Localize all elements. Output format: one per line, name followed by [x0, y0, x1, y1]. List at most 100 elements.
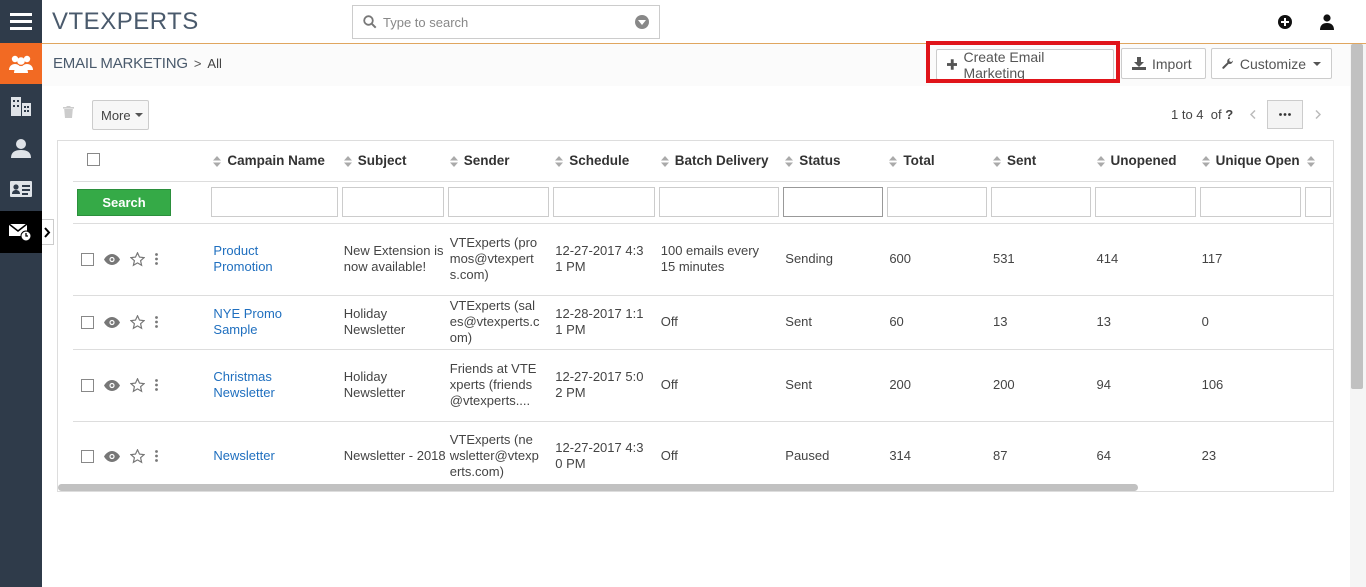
breadcrumb-module[interactable]: EMAIL MARKETING [53, 55, 188, 72]
cell-text: Off [660, 377, 678, 392]
cell-text: Paused [785, 448, 830, 463]
star-icon[interactable] [130, 314, 145, 330]
filter-input-subject[interactable] [341, 187, 444, 217]
menu-icon[interactable] [0, 0, 42, 43]
cell-text: 200 [889, 377, 912, 392]
user-menu-icon[interactable] [1320, 14, 1334, 33]
row-checkbox[interactable] [81, 252, 94, 266]
column-header[interactable]: Subject [340, 141, 446, 181]
row-checkbox[interactable] [81, 315, 94, 329]
row-checkbox[interactable] [81, 449, 94, 463]
more-vertical-icon[interactable] [155, 253, 158, 265]
more-vertical-icon[interactable] [155, 450, 158, 462]
cell-name: NYE Promo Sample [209, 295, 339, 349]
filter-input-campaign-name[interactable] [211, 187, 338, 217]
filter-input-schedule[interactable] [553, 187, 655, 217]
search-button[interactable]: Search [77, 188, 171, 216]
eye-icon[interactable] [104, 450, 120, 462]
contacts-group-icon[interactable] [0, 43, 42, 84]
cell-text: Off [660, 448, 678, 463]
cell-text: 60 [889, 314, 904, 329]
quick-create-icon[interactable] [1278, 15, 1292, 32]
pagination-total[interactable]: ? [1225, 107, 1233, 122]
page-jump-button[interactable] [1267, 100, 1303, 129]
cell-schedule: 12-28-2017 1:11 PM [551, 295, 657, 349]
column-title: Sender [463, 153, 510, 169]
more-button-label: More [101, 107, 131, 123]
address-card-icon[interactable] [0, 168, 42, 210]
records-table: Campain Name Subject Sender Schedule Bat… [73, 141, 1333, 491]
filter-input-total[interactable] [887, 187, 987, 217]
cell-batch: Off [657, 421, 782, 491]
customize-button[interactable]: Customize [1211, 48, 1332, 79]
search-options-icon[interactable] [635, 15, 649, 29]
search-icon [363, 15, 377, 29]
cell-unopened: 414 [1093, 223, 1198, 295]
star-icon[interactable] [130, 377, 145, 393]
cell-schedule: 12-27-2017 4:31 PM [551, 223, 657, 295]
previous-page-button[interactable] [1238, 100, 1268, 129]
chevron-left-icon [1250, 110, 1256, 119]
sort-icon [213, 156, 222, 168]
filter-input-more[interactable] [1305, 187, 1331, 217]
star-icon[interactable] [130, 251, 145, 267]
filter-input-status[interactable] [783, 187, 884, 217]
email-marketing-icon[interactable] [0, 211, 42, 253]
more-actions-button[interactable]: More [92, 100, 149, 130]
cell-text: 414 [1096, 251, 1119, 266]
column-header[interactable]: Batch Delivery [657, 141, 782, 181]
filter-input-batch-delivery[interactable] [658, 187, 780, 217]
eye-icon[interactable] [104, 379, 120, 391]
horizontal-scrollbar[interactable] [58, 484, 1138, 491]
filter-input-unique-open[interactable] [1199, 187, 1302, 217]
table-row[interactable]: Product Promotion New Extension is now av… [73, 223, 1333, 295]
column-header[interactable] [1303, 141, 1333, 181]
pagination-range: 1 to 4 [1171, 107, 1204, 122]
table-row[interactable]: Christmas Newsletter Holiday Newsletter Fr… [73, 349, 1333, 421]
column-header[interactable]: Status [781, 141, 885, 181]
star-icon[interactable] [130, 448, 145, 464]
more-vertical-icon[interactable] [155, 316, 158, 328]
search-input[interactable] [383, 14, 635, 30]
create-email-marketing-button[interactable]: Create Email Marketing [936, 49, 1114, 81]
campaign-name-link[interactable]: Christmas Newsletter [213, 369, 303, 401]
cell-sender: VTExperts (sales@vtexperts.com) [446, 295, 552, 349]
cell-batch: 100 emails every 15 minutes [657, 223, 782, 295]
column-header[interactable]: Unopened [1093, 141, 1198, 181]
column-header[interactable]: Unique Open [1198, 141, 1304, 181]
column-header[interactable]: Sender [446, 141, 552, 181]
campaign-name-link[interactable]: Product Promotion [213, 243, 303, 275]
campaign-name-link[interactable]: Newsletter [213, 448, 303, 464]
import-icon [1132, 57, 1146, 70]
eye-icon[interactable] [104, 316, 120, 328]
next-page-button[interactable] [1303, 100, 1333, 129]
eye-icon[interactable] [104, 253, 120, 265]
filter-row: Search [73, 181, 1333, 223]
table-row[interactable]: NYE Promo Sample Holiday Newsletter VTExpe… [73, 295, 1333, 349]
column-header[interactable]: Total [885, 141, 989, 181]
expand-nav-icon[interactable] [42, 219, 54, 245]
vertical-scrollbar[interactable] [1351, 44, 1363, 389]
column-header[interactable]: Campain Name [209, 141, 339, 181]
filter-input-unopened[interactable] [1094, 187, 1196, 217]
row-checkbox[interactable] [81, 378, 94, 392]
vtexperts-logo[interactable]: VTE X PERTS [52, 8, 199, 35]
import-button[interactable]: Import [1121, 48, 1206, 79]
contact-person-icon[interactable] [0, 127, 42, 169]
trash-icon[interactable] [63, 106, 74, 121]
table-row[interactable]: Newsletter Newsletter - 2018 VTExperts (ne… [73, 421, 1333, 491]
campaign-name-link[interactable]: NYE Promo Sample [213, 306, 303, 338]
column-header[interactable]: Schedule [551, 141, 657, 181]
filter-input-sender[interactable] [447, 187, 550, 217]
column-header[interactable]: Sent [989, 141, 1093, 181]
sort-icon [1307, 156, 1316, 168]
more-vertical-icon[interactable] [155, 379, 158, 391]
filter-input-sent[interactable] [990, 187, 1091, 217]
chevron-down-icon [134, 113, 143, 117]
cell-text: 94 [1096, 377, 1111, 392]
organization-icon[interactable] [0, 85, 42, 127]
cell-unique-open: 23 [1198, 421, 1304, 491]
cell-schedule: 12-27-2017 4:30 PM [551, 421, 657, 491]
cell-status: Paused [781, 421, 885, 491]
select-all-checkbox[interactable] [87, 152, 100, 166]
